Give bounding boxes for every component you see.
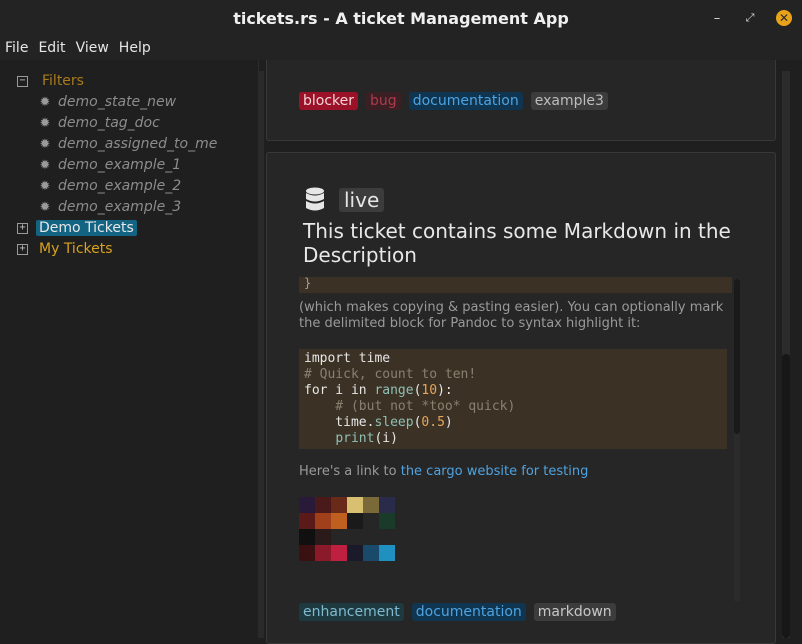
ticket-title: This ticket contains some Markdown in th… [303, 219, 731, 267]
expand-icon[interactable]: + [17, 222, 28, 234]
query-item[interactable]: ✹ demo_assigned_to_me [38, 134, 218, 154]
menu-view[interactable]: View [76, 40, 109, 56]
query-item[interactable]: ✹ demo_example_1 [38, 155, 182, 175]
sidebar-scrollbar[interactable] [258, 71, 264, 638]
ticket-description: } (which makes copying & pasting easier)… [299, 277, 739, 597]
query-item[interactable]: ✹ demo_state_new [38, 92, 177, 112]
filters-node[interactable]: − Filters [17, 71, 84, 91]
code-token: range [374, 383, 414, 398]
link-paragraph: Here's a link to the cargo website for t… [299, 464, 588, 479]
maximize-button[interactable]: ⤢ [742, 10, 758, 26]
gear-icon: ✹ [39, 178, 51, 194]
tag-badge: documentation [411, 603, 526, 621]
tag-badge: markdown [533, 603, 616, 621]
main-scrollbar[interactable] [782, 71, 790, 638]
query-label: demo_example_2 [58, 178, 182, 194]
tag-list: enhancement documentation markdown [299, 601, 624, 621]
description-scrollbar[interactable] [734, 279, 740, 601]
tag-badge: bug [366, 92, 401, 110]
code-token: i [327, 383, 351, 398]
query-item[interactable]: ✹ demo_example_2 [38, 176, 182, 196]
bucket-label: My Tickets [39, 241, 113, 257]
scrollbar-thumb[interactable] [734, 279, 740, 434]
tag-badge: documentation [408, 92, 523, 110]
query-label: demo_state_new [58, 94, 177, 110]
query-label: demo_example_3 [58, 199, 182, 215]
scrollbar-thumb[interactable] [782, 354, 790, 638]
tag-badge: enhancement [299, 603, 404, 621]
tag-badge: example3 [530, 92, 608, 110]
gear-icon: ✹ [39, 136, 51, 152]
code-comment: # Quick, count to ten! [304, 367, 477, 382]
query-label: demo_tag_doc [58, 115, 160, 131]
bucket-my-tickets[interactable]: + My Tickets [17, 239, 113, 259]
menu-help[interactable]: Help [119, 40, 151, 56]
gear-icon: ✹ [39, 199, 51, 215]
tileset-image [299, 497, 395, 561]
code-token: ) [444, 415, 453, 430]
code-token: 10 [421, 383, 438, 398]
code-token: for [304, 383, 328, 398]
bucket-label: Demo Tickets [36, 220, 137, 236]
ticket-card: blocker bug documentation example3 [266, 60, 776, 141]
ticket-list: blocker bug documentation example3 live Thi… [266, 60, 776, 644]
filters-label: Filters [42, 73, 84, 89]
code-token: time. [304, 415, 375, 430]
query-label: demo_example_1 [58, 157, 182, 173]
database-icon [306, 187, 324, 211]
cargo-website-link[interactable]: the cargo website for testing [401, 464, 589, 479]
expand-icon[interactable]: + [17, 243, 28, 255]
tag-badge: blocker [299, 92, 359, 110]
query-item[interactable]: ✹ demo_tag_doc [38, 113, 160, 133]
menu-edit[interactable]: Edit [38, 40, 65, 56]
bucket-demo-tickets[interactable]: + Demo Tickets [17, 218, 137, 238]
query-label: demo_assigned_to_me [58, 136, 218, 152]
close-button[interactable]: ✕ [776, 10, 792, 26]
sidebar: − Filters ✹ demo_state_new ✹ demo_tag_do… [0, 60, 259, 638]
code-token: sleep [374, 415, 414, 430]
code-block: import time # Quick, count to ten! for i… [299, 349, 727, 449]
code-token: time [350, 351, 391, 366]
code-token: 0.5 [421, 415, 445, 430]
gear-icon: ✹ [39, 115, 51, 131]
query-item[interactable]: ✹ demo_example_3 [38, 197, 182, 217]
gear-icon: ✹ [39, 157, 51, 173]
menu-file[interactable]: File [5, 40, 28, 56]
minimize-button[interactable]: – [709, 10, 725, 26]
code-comment: # (but not *too* quick) [304, 399, 516, 414]
code-token: (i) [374, 431, 398, 446]
tag-list: blocker bug documentation example3 [299, 90, 616, 110]
code-token: import [304, 351, 351, 366]
menu-bar: File Edit View Help [0, 36, 802, 60]
gear-icon: ✹ [39, 94, 51, 110]
title-bar: tickets.rs - A ticket Management App – ⤢… [0, 0, 802, 36]
code-token: print [335, 431, 375, 446]
window-title: tickets.rs - A ticket Management App [233, 8, 569, 28]
code-token: ): [437, 383, 453, 398]
code-block: } [299, 277, 732, 293]
code-token: in [350, 383, 367, 398]
link-prefix: Here's a link to [299, 464, 401, 479]
description-paragraph: (which makes copying & pasting easier). … [299, 300, 724, 331]
collapse-icon[interactable]: − [17, 75, 28, 87]
ticket-card: live This ticket contains some Markdown … [266, 152, 776, 644]
state-badge: live [339, 188, 385, 212]
